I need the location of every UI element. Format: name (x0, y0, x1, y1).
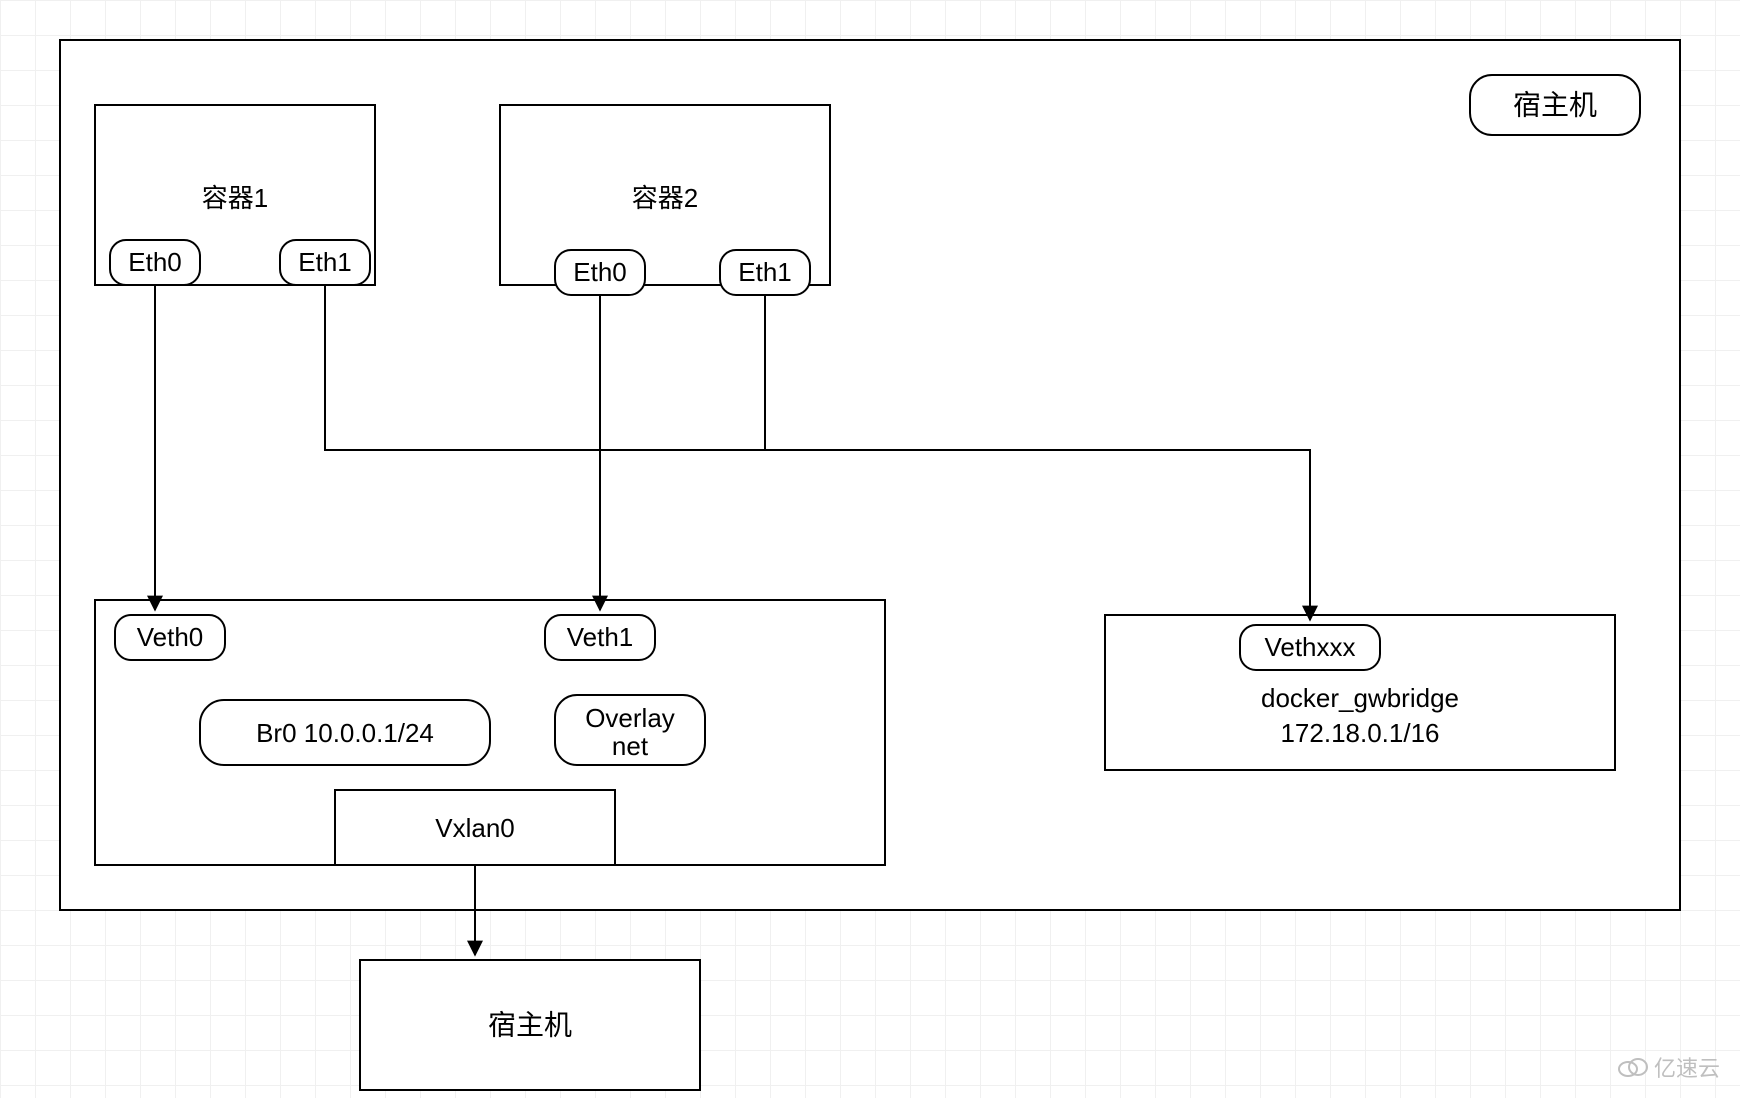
vethxxx-label: Vethxxx (1264, 632, 1355, 662)
container1-eth1-label: Eth1 (298, 247, 352, 277)
host-bottom-label: 宿主机 (488, 1009, 572, 1040)
overlaynet-l1: Overlay (585, 703, 675, 733)
container2-eth1-label: Eth1 (738, 257, 792, 287)
gwbridge-cidr: 172.18.0.1/16 (1280, 718, 1439, 748)
container1-title: 容器1 (202, 183, 268, 213)
diagram-svg: 宿主机 容器1 Eth0 Eth1 容器2 Eth0 Eth1 Veth0 Ve… (0, 0, 1740, 1098)
container2-title: 容器2 (632, 183, 698, 213)
container1-eth0-label: Eth0 (128, 247, 182, 277)
container2-eth0-label: Eth0 (573, 257, 627, 287)
veth1-label: Veth1 (567, 622, 634, 652)
overlaynet-l2: net (612, 731, 649, 761)
veth0-label: Veth0 (137, 622, 204, 652)
br0-label: Br0 10.0.0.1/24 (256, 718, 434, 748)
watermark: 亿速云 (1618, 1051, 1720, 1083)
watermark-text: 亿速云 (1654, 1051, 1720, 1083)
gwbridge-name: docker_gwbridge (1261, 683, 1459, 713)
vxlan0-label: Vxlan0 (435, 813, 515, 843)
host-label-text: 宿主机 (1513, 89, 1597, 120)
